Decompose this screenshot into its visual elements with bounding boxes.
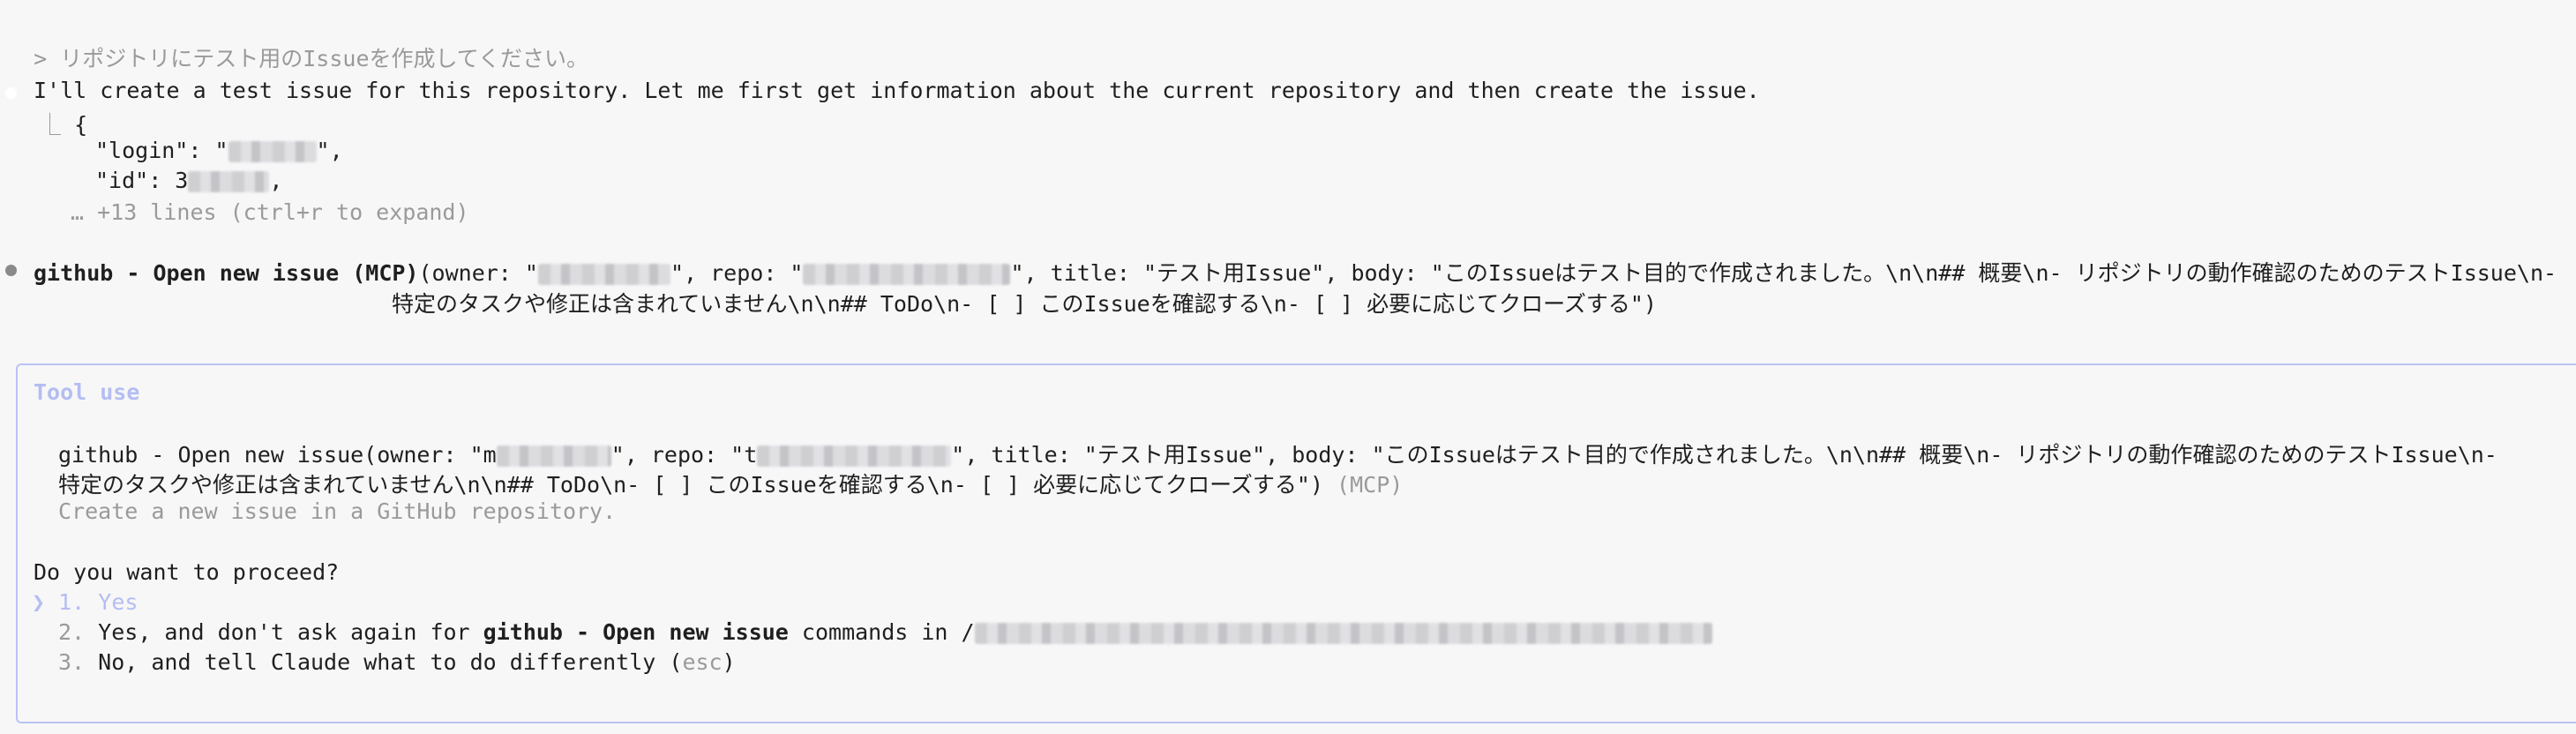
args-owner-prefix: (owner: " [418, 260, 538, 286]
tool-output-login: "login": " ", [95, 138, 343, 163]
prompt-text: リポジトリにテスト用のIssueを作成してください。 [60, 46, 588, 71]
option-label: Yes [98, 589, 139, 615]
option-label-bold: github - Open new issue [483, 619, 789, 645]
option-label-b: commands in [788, 619, 962, 645]
tool-description: Create a new issue in a GitHub repositor… [58, 498, 617, 524]
option-key-hint: esc [682, 649, 723, 675]
tool-use-call-line2: 特定のタスクや修正は含まれていません\n\n## ToDo\n- [ ] このI… [58, 468, 1403, 499]
open-brace: { [74, 112, 88, 138]
redacted-repo [803, 264, 1011, 285]
prompt-marker: > [34, 46, 48, 71]
option-label-c: / [961, 619, 975, 645]
option-number: 1. [58, 589, 86, 615]
redacted-owner [537, 264, 670, 285]
option-number: 2. [58, 619, 86, 645]
option-yes[interactable]: ❯ 1. Yes [32, 589, 138, 615]
option-label-a: No, and tell Claude what to do different… [98, 649, 683, 675]
call-line2-text: 特定のタスクや修正は含まれていません\n\n## ToDo\n- [ ] このI… [58, 472, 1323, 498]
option-yes-dont-ask[interactable]: 2. Yes, and don't ask again for github -… [58, 619, 1712, 645]
expand-hint[interactable]: … +13 lines (ctrl+r to expand) [71, 199, 469, 225]
redacted-login [228, 141, 317, 162]
proceed-question: Do you want to proceed? [34, 559, 340, 585]
redacted-path [974, 623, 1712, 644]
tool-call-name: github - Open new issue (MCP) [34, 260, 419, 286]
login-tail: ", [316, 138, 343, 163]
call-suffix: (MCP) [1323, 472, 1404, 498]
args-repo-prefix: ", repo: " [670, 260, 804, 286]
call-rest-line1: ", title: "テスト用Issue", body: "このIssueはテス… [951, 442, 2497, 468]
redacted-repo-2 [757, 446, 952, 467]
redacted-owner-2 [496, 446, 611, 467]
selection-cursor-icon: ❯ [32, 589, 46, 615]
tool-use-call-line1: github - Open new issue(owner: "m ", repo… [58, 438, 2497, 469]
branch-icon: ⎿ [39, 112, 62, 138]
option-label-a: Yes, and don't ask again for [98, 619, 483, 645]
redacted-id [188, 171, 270, 192]
id-tail: , [269, 168, 283, 193]
message-bullet-icon [5, 87, 17, 99]
tool-output-brace-line: ⎿ { [39, 108, 87, 139]
option-no[interactable]: 3. No, and tell Claude what to do differ… [58, 649, 736, 675]
args-rest-line1: ", title: "テスト用Issue", body: "このIssueはテス… [1010, 260, 2557, 286]
id-key: "id": 3 [95, 168, 189, 193]
login-key: "login": " [95, 138, 228, 163]
call-repo-prefix: ", repo: "t [610, 442, 758, 468]
tool-output-id: "id": 3, [95, 168, 282, 193]
option-number: 3. [58, 649, 86, 675]
tool-call-bullet-icon [5, 265, 17, 276]
tool-call-line1: github - Open new issue (MCP)(owner: " ",… [34, 256, 2557, 288]
prompt-line: > リポジトリにテスト用のIssueを作成してください。 [7, 16, 588, 73]
call-owner-prefix: github - Open new issue(owner: "m [58, 442, 497, 468]
assistant-message: I'll create a test issue for this reposi… [34, 78, 1760, 103]
tool-use-header: Tool use [34, 379, 140, 405]
option-label-b: ) [722, 649, 736, 675]
tool-call-line2: 特定のタスクや修正は含まれていません\n\n## ToDo\n- [ ] このI… [392, 291, 1657, 317]
